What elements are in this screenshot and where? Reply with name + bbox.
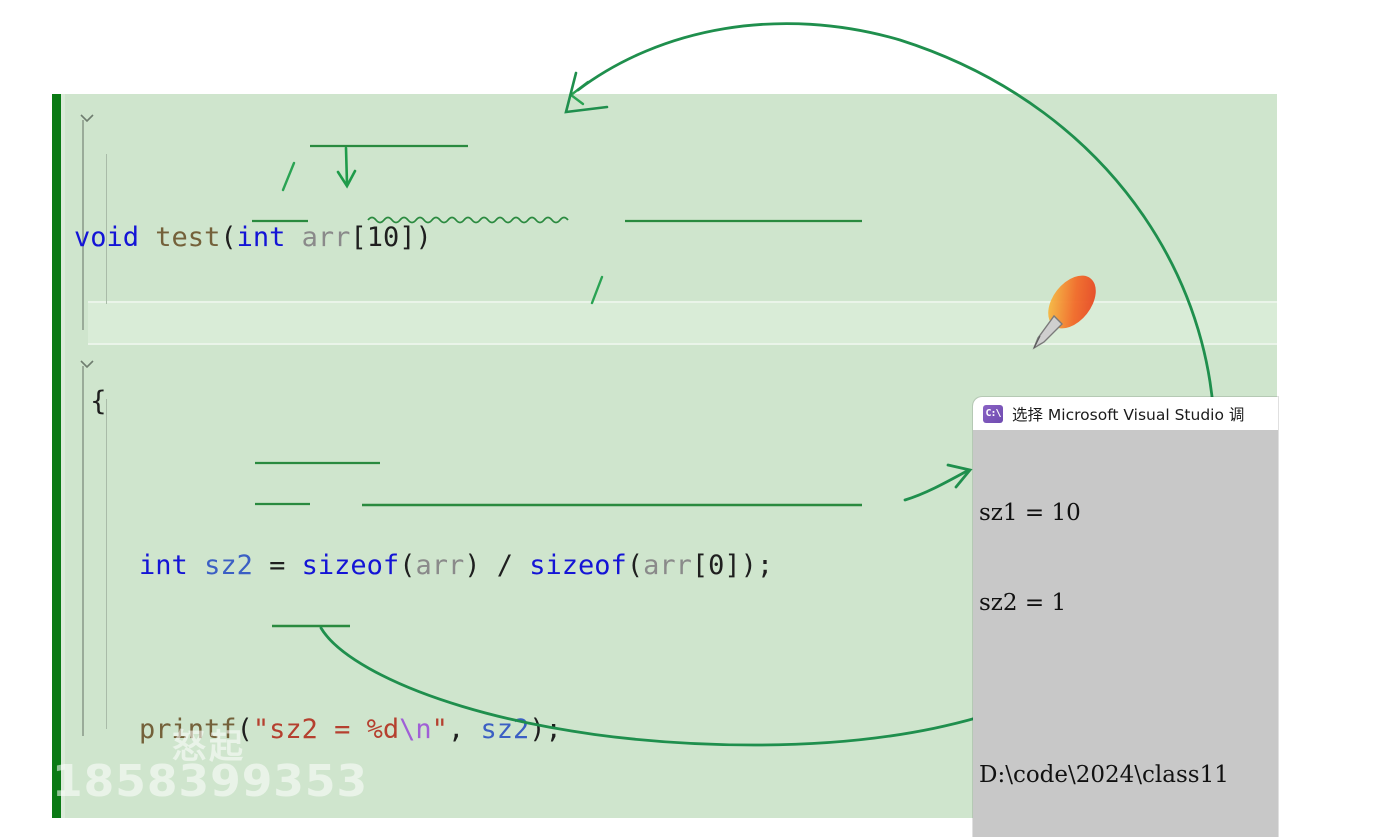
token-number-10: 10	[366, 222, 400, 253]
pen-nib	[1032, 314, 1063, 350]
token-keyword-void: void	[74, 222, 140, 253]
console-title-text: 选择 Microsoft Visual Studio 调	[1012, 405, 1245, 424]
console-line: D:\code\2024\class11	[979, 762, 1229, 788]
console-window[interactable]: C:\ 选择 Microsoft Visual Studio 调 sz1 = 1…	[973, 397, 1278, 837]
token-string-sz2: "sz2 = %d	[252, 714, 400, 745]
token-paren: (	[399, 550, 416, 581]
token-escape-newline: \n	[399, 714, 432, 745]
token-keyword-sizeof: sizeof	[529, 550, 627, 581]
token-end: );	[529, 714, 562, 745]
pen-cursor	[1032, 275, 1096, 350]
screenshot-stage: void test(int arr[10]) { int sz2 = sizeo…	[0, 0, 1374, 837]
token-number-0: 0	[708, 550, 725, 581]
token-variable-sz2: sz2	[204, 550, 253, 581]
token-function-printf: printf	[139, 714, 237, 745]
token-keyword-sizeof: sizeof	[301, 550, 400, 581]
token-identifier-arr: arr	[415, 550, 465, 581]
console-line: sz2 = 1	[979, 590, 1067, 616]
token-brace-open: {	[74, 386, 107, 417]
editor-gutter	[61, 94, 65, 818]
console-titlebar[interactable]: C:\ 选择 Microsoft Visual Studio 调	[973, 397, 1278, 430]
token-index-zero: [	[691, 550, 709, 581]
token-keyword-int: int	[139, 550, 188, 581]
token-bracket: [	[350, 222, 367, 253]
token-end: ]);	[724, 550, 774, 581]
token-paren: (	[236, 714, 253, 745]
token-string-quote: "	[431, 714, 448, 745]
token-paren-close: )	[464, 550, 481, 581]
console-line: sz1 = 10	[979, 500, 1081, 526]
token-operator-assign: =	[252, 550, 302, 581]
token-operator-div: /	[480, 550, 530, 581]
console-output[interactable]: sz1 = 10 sz2 = 1 D:\code\2024\class11 。 …	[973, 430, 1278, 837]
token-bracket-close: ])	[399, 222, 432, 253]
token-variable-sz2: sz2	[480, 714, 530, 745]
token-identifier-arr: arr	[301, 222, 351, 253]
token-comma: ,	[447, 714, 481, 745]
code-line[interactable]: void test(int arr[10])	[74, 217, 1274, 258]
token-paren: (	[220, 222, 237, 253]
change-indicator-bar	[52, 94, 61, 818]
token-paren: (	[626, 550, 644, 581]
token-identifier-arr: arr	[643, 550, 692, 581]
token-keyword-int: int	[236, 222, 286, 253]
cmd-icon: C:\	[983, 404, 1003, 423]
token-function-test: test	[155, 222, 221, 253]
